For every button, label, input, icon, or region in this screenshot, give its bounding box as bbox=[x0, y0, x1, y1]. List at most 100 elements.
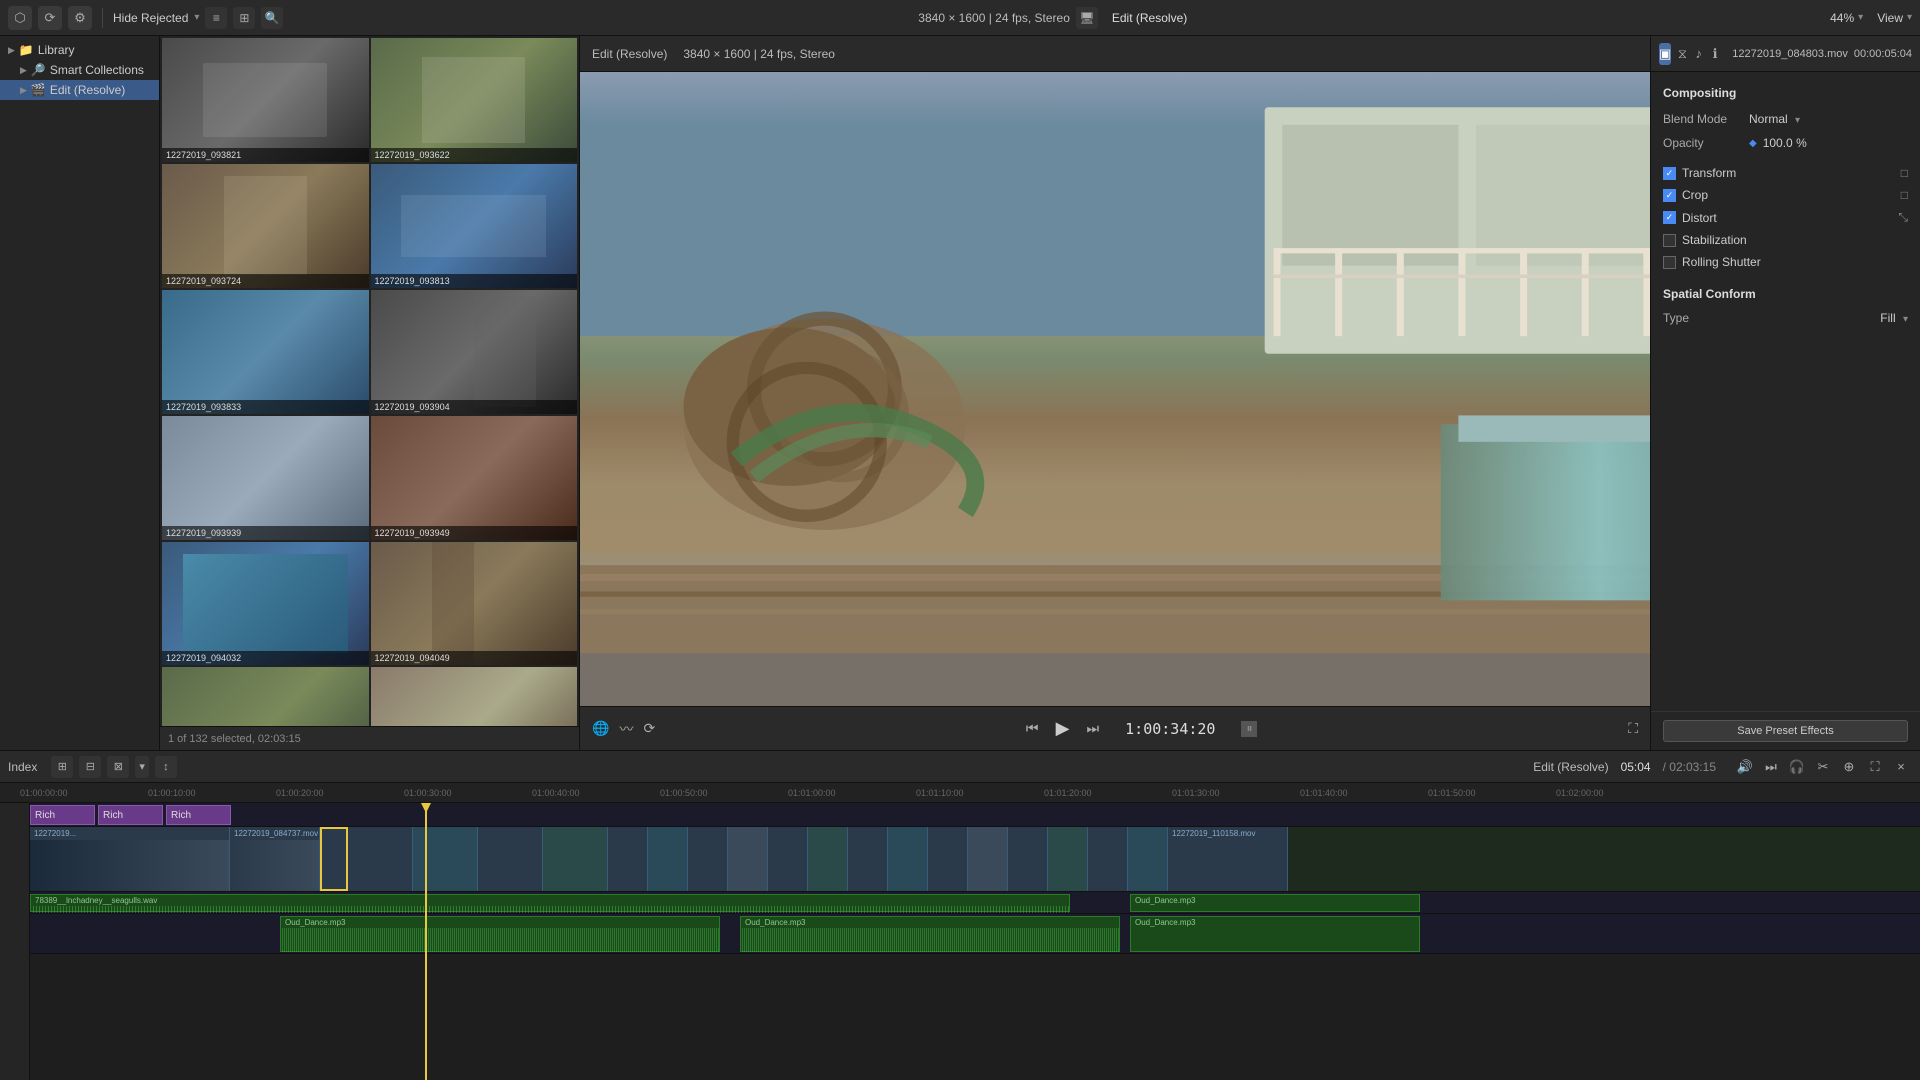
purple-clip-3[interactable]: Rich bbox=[166, 805, 231, 825]
video-clip[interactable] bbox=[648, 827, 688, 891]
video-clip[interactable] bbox=[1048, 827, 1088, 891]
timeline-marker-icon[interactable]: ▾ bbox=[135, 756, 149, 778]
media-thumb[interactable]: 12272019_093904 bbox=[371, 290, 578, 414]
audio-clip-oud1[interactable]: Oud_Dance.mp3 bbox=[280, 916, 720, 952]
video-clip[interactable] bbox=[478, 827, 543, 891]
rolling-shutter-checkbox[interactable] bbox=[1663, 256, 1676, 269]
transform-icon[interactable]: ⟳ bbox=[643, 720, 655, 737]
sync-icon[interactable]: ⟳ bbox=[38, 6, 62, 30]
video-clip[interactable] bbox=[1128, 827, 1168, 891]
left-panel: ▶ 📁 Library ▶ 🔎 Smart Collections ▶ 🎬 Ed… bbox=[0, 36, 160, 750]
timeline-tool-icon[interactable]: ↕ bbox=[155, 756, 177, 778]
skip-back-icon[interactable]: ⏮ bbox=[1026, 720, 1039, 737]
ruler-mark: 01:00:40:00 bbox=[532, 788, 580, 798]
pause-btn[interactable]: ⏸ bbox=[1241, 721, 1257, 737]
inspector-filter-icon[interactable]: ⧖ bbox=[1677, 43, 1687, 65]
audio-clip-oud2[interactable]: Oud_Dance.mp3 bbox=[740, 916, 1120, 952]
video-clip[interactable] bbox=[808, 827, 848, 891]
globe-icon[interactable]: 🌐 bbox=[592, 720, 609, 737]
opacity-diamond-icon[interactable]: ◆ bbox=[1749, 138, 1757, 149]
video-clip-last[interactable]: 12272019_110158.mov bbox=[1168, 827, 1288, 891]
video-clip[interactable] bbox=[1088, 827, 1128, 891]
timeline-headphones-icon[interactable]: 🎧 bbox=[1786, 756, 1808, 778]
video-clip[interactable]: 12272019_084737.mov bbox=[230, 827, 320, 891]
timeline-edit-icon[interactable]: ✂ bbox=[1812, 756, 1834, 778]
video-clip[interactable] bbox=[848, 827, 888, 891]
audio-clip-oud3[interactable]: Oud_Dance.mp3 bbox=[1130, 916, 1420, 952]
video-clip[interactable] bbox=[888, 827, 928, 891]
settings-icon[interactable]: ⚙ bbox=[68, 6, 92, 30]
video-clip[interactable] bbox=[608, 827, 648, 891]
video-clip[interactable] bbox=[348, 827, 413, 891]
timeline-link-icon[interactable]: ⊠ bbox=[107, 756, 129, 778]
transform-checkbox[interactable] bbox=[1663, 167, 1676, 180]
audio-clip-seagulls-2[interactable]: Oud_Dance.mp3 bbox=[1130, 894, 1420, 912]
video-clip[interactable] bbox=[928, 827, 968, 891]
purple-clip-1[interactable]: Rich bbox=[30, 805, 95, 825]
transform-expand-icon[interactable]: □ bbox=[1901, 166, 1908, 180]
audio-clip-seagulls[interactable]: 78389__lnchadney__seagulls.wav bbox=[30, 894, 1070, 912]
save-preset-button[interactable]: Save Preset Effects bbox=[1663, 720, 1908, 742]
media-thumb[interactable]: 12272019_094203 bbox=[371, 667, 578, 726]
timeline-fullscreen-icon[interactable]: × bbox=[1890, 756, 1912, 778]
media-thumb[interactable]: 12272019_094049 bbox=[371, 542, 578, 666]
video-clip-selected[interactable] bbox=[320, 827, 348, 891]
compositing-section-header: Compositing bbox=[1651, 80, 1920, 106]
list-view-icon[interactable]: ≡ bbox=[205, 7, 227, 29]
media-thumb[interactable]: 12272019_093813 bbox=[371, 164, 578, 288]
hide-rejected-dropdown[interactable]: Hide Rejected ▾ bbox=[113, 11, 199, 25]
video-clip[interactable] bbox=[728, 827, 768, 891]
media-thumb[interactable]: 12272019_093622 bbox=[371, 38, 578, 162]
video-clip[interactable] bbox=[688, 827, 728, 891]
timeline-expand-icon[interactable]: ⛶ bbox=[1864, 756, 1886, 778]
skip-forward-icon[interactable]: ⏭ bbox=[1087, 720, 1100, 737]
waveform-icon[interactable]: 〰 bbox=[619, 719, 633, 739]
timeline-clip-icon[interactable]: ⊞ bbox=[51, 756, 73, 778]
thumb-image bbox=[162, 38, 369, 162]
timeline-blade-icon[interactable]: ⊟ bbox=[79, 756, 101, 778]
inspector-audio-icon[interactable]: ♪ bbox=[1694, 43, 1704, 65]
distort-expand-icon[interactable]: ⤡ bbox=[1898, 210, 1908, 225]
grid-view-icon[interactable]: ⊞ bbox=[233, 7, 255, 29]
fullscreen-icon[interactable]: ⛶ bbox=[1628, 720, 1638, 737]
monitor-icon[interactable]: 🖥 bbox=[1076, 7, 1098, 29]
video-clip[interactable]: 12272019... bbox=[30, 827, 230, 891]
media-thumb[interactable]: 12272019_094152 bbox=[162, 667, 369, 726]
crop-checkbox[interactable] bbox=[1663, 189, 1676, 202]
stabilization-checkbox[interactable] bbox=[1663, 234, 1676, 247]
right-inspector-panel: ▣ ⧖ ♪ ℹ 12272019_084803.mov 00:00:05:04 … bbox=[1650, 36, 1920, 750]
transform-row: Transform □ bbox=[1651, 162, 1920, 184]
media-thumb[interactable]: 12272019_093724 bbox=[162, 164, 369, 288]
crop-expand-icon[interactable]: □ bbox=[1901, 188, 1908, 202]
search-icon[interactable]: 🔍 bbox=[261, 7, 283, 29]
play-button[interactable]: ▶ bbox=[1049, 715, 1077, 743]
zoom-control[interactable]: 44% ▾ bbox=[1830, 11, 1863, 25]
purple-clip-2[interactable]: Rich bbox=[98, 805, 163, 825]
inspector-info-icon[interactable]: ℹ bbox=[1710, 43, 1720, 65]
media-pool-icon[interactable]: ⬡ bbox=[8, 6, 32, 30]
library-chevron: ▶ bbox=[8, 45, 15, 56]
distort-checkbox[interactable] bbox=[1663, 211, 1676, 224]
media-thumb[interactable]: 12272019_094032 bbox=[162, 542, 369, 666]
timeline-skip-icon[interactable]: ⏭ bbox=[1760, 756, 1782, 778]
library-item[interactable]: ▶ 📁 Library bbox=[0, 40, 159, 60]
media-thumb[interactable]: 12272019_093939 bbox=[162, 416, 369, 540]
view-dropdown[interactable]: View ▾ bbox=[1877, 11, 1912, 25]
timeline-snap-icon[interactable]: ⊕ bbox=[1838, 756, 1860, 778]
media-thumb[interactable]: 12272019_093949 bbox=[371, 416, 578, 540]
video-clip[interactable] bbox=[543, 827, 608, 891]
smart-collections-item[interactable]: ▶ 🔎 Smart Collections bbox=[0, 60, 159, 80]
timeline-zoom-out-icon[interactable]: 🔊 bbox=[1734, 756, 1756, 778]
media-thumb[interactable]: 12272019_093833 bbox=[162, 290, 369, 414]
thumb-label: 12272019_093904 bbox=[371, 400, 578, 414]
opacity-label: Opacity bbox=[1663, 136, 1743, 150]
thumb-label: 12272019_093622 bbox=[371, 148, 578, 162]
inspector-video-icon[interactable]: ▣ bbox=[1659, 43, 1671, 65]
video-clip[interactable] bbox=[968, 827, 1008, 891]
distort-row: Distort ⤡ bbox=[1651, 206, 1920, 229]
media-thumb[interactable]: 12272019_093821 bbox=[162, 38, 369, 162]
video-clip[interactable] bbox=[768, 827, 808, 891]
video-clip[interactable] bbox=[413, 827, 478, 891]
edit-resolve-item[interactable]: ▶ 🎬 Edit (Resolve) bbox=[0, 80, 159, 100]
video-clip[interactable] bbox=[1008, 827, 1048, 891]
